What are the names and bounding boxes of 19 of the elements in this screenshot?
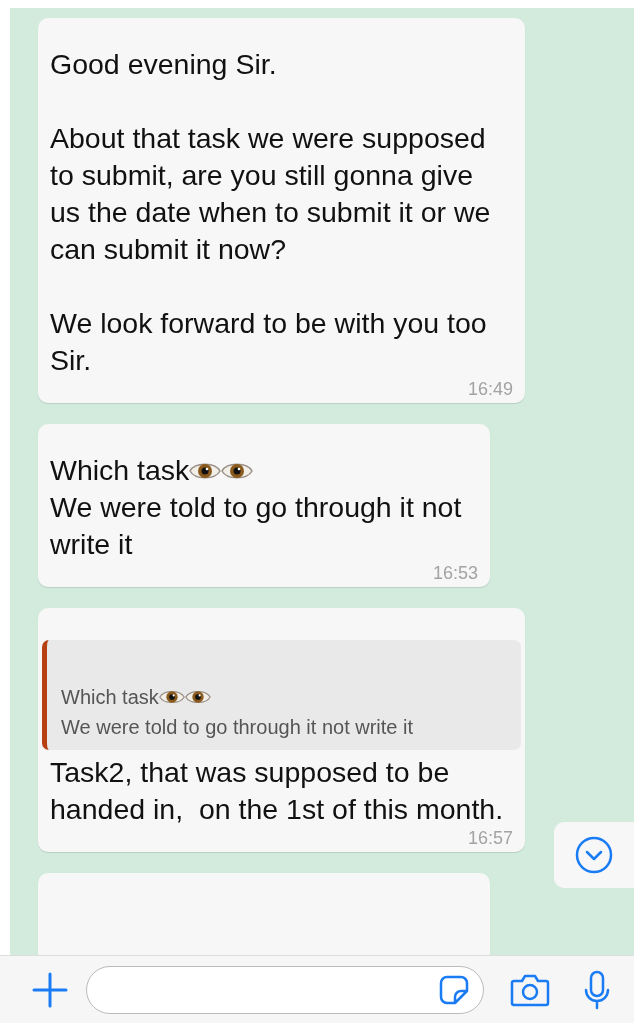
message-text: Task2, that was supposed to be handed in, on the 1st of this month. xyxy=(50,755,505,827)
quoted-text: We were told to go through it not write it xyxy=(61,715,415,740)
microphone-icon xyxy=(584,969,610,1010)
plus-icon xyxy=(32,971,68,1008)
message-time: 16:53 xyxy=(432,563,478,583)
message-time: 16:49 xyxy=(467,379,513,399)
microphone-button[interactable] xyxy=(584,969,610,1010)
camera-icon xyxy=(510,972,550,1007)
message-text: Good evening Sir. About that task we were supposed to submit, are you still gonna give us the date when to submit it or we can submit it now? We look forward to be with you too Sir. xyxy=(50,47,492,378)
add-button[interactable] xyxy=(32,971,68,1008)
chevron-down-icon xyxy=(575,836,613,874)
message-text: We were told to go through it not write it xyxy=(50,490,463,562)
message-text: Which task xyxy=(50,452,478,489)
camera-button[interactable] xyxy=(510,972,550,1007)
message-input[interactable] xyxy=(86,965,484,1014)
scroll-down-button[interactable] xyxy=(554,822,634,888)
message-time: 16:57 xyxy=(467,828,513,848)
sticker-icon[interactable] xyxy=(439,974,469,1005)
quoted-text: Which task xyxy=(61,682,511,712)
